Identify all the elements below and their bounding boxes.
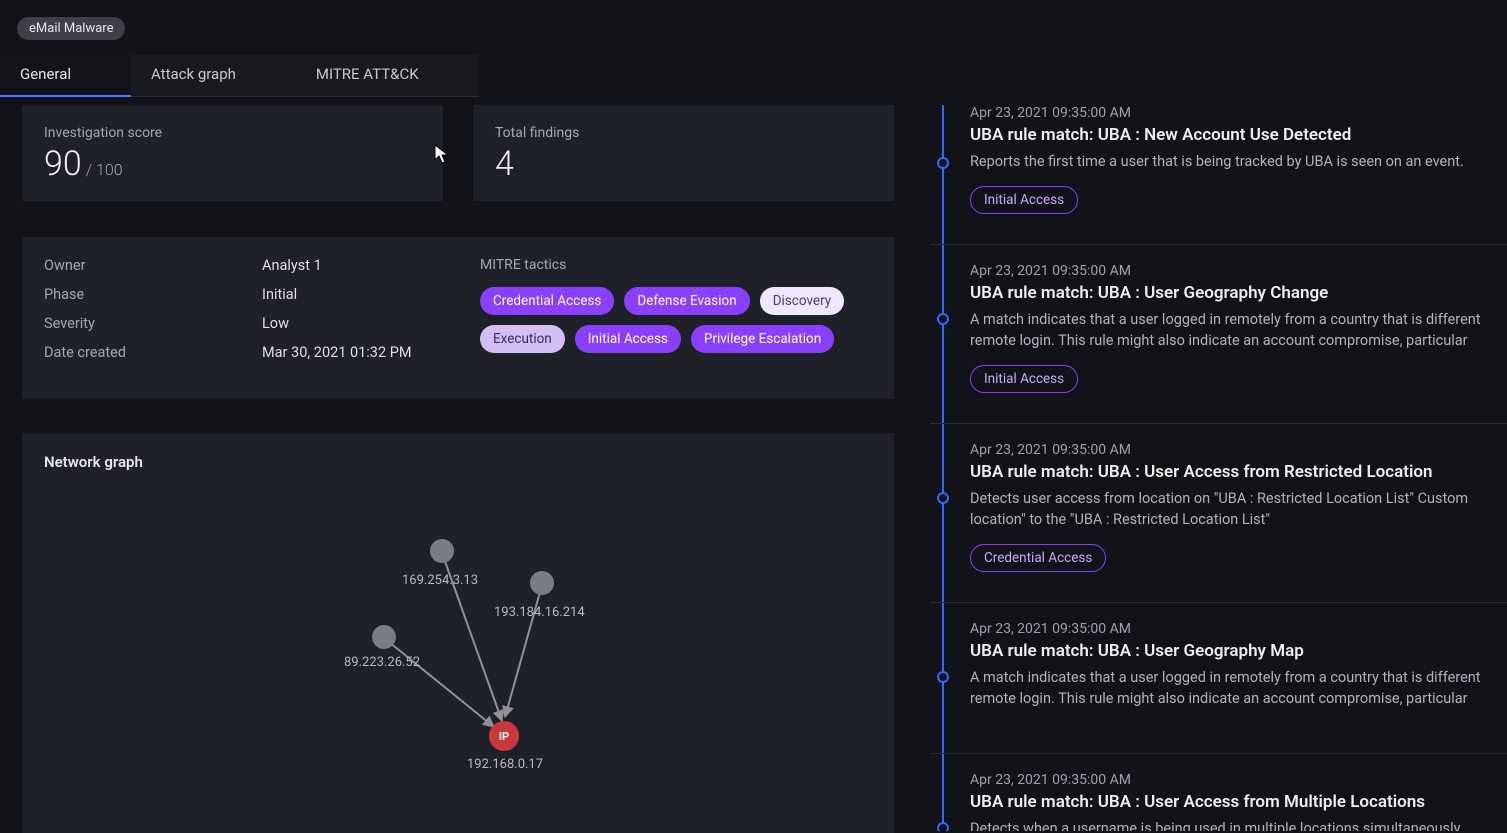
network-graph-title: Network graph [44,453,872,471]
timeline-timestamp: Apr 23, 2021 09:35:00 AM [970,621,1503,637]
timeline-item[interactable]: Apr 23, 2021 09:35:00 AM UBA rule match:… [930,602,1507,753]
timeline-dot-icon [937,492,949,504]
timeline-dot-icon [937,313,949,325]
timeline-description: Detects user access from location on "UB… [970,488,1503,530]
case-tag[interactable]: eMail Malware [17,17,125,40]
investigation-score-card: Investigation score 90/ 100 [22,105,443,201]
graph-node-target[interactable]: IP [489,721,519,751]
timeline-description: Detects when a username is being used in… [970,818,1503,831]
timeline-dot-icon [937,671,949,683]
timeline-dot-icon [937,157,949,169]
timeline-dot-icon [937,822,949,831]
date-created-label: Date created [44,344,262,361]
timeline-tag[interactable]: Initial Access [970,365,1078,393]
tactic-initial-access[interactable]: Initial Access [575,325,681,353]
details-card: OwnerAnalyst 1 PhaseInitial SeverityLow … [22,237,894,399]
timeline-timestamp: Apr 23, 2021 09:35:00 AM [970,105,1503,121]
graph-node[interactable] [372,625,396,649]
timeline-item[interactable]: Apr 23, 2021 09:35:00 AM UBA rule match:… [930,105,1507,244]
graph-node-label: 89.223.26.52 [344,655,420,670]
graph-node-target-label: IP [499,730,509,743]
graph-node-label: 192.168.0.17 [467,757,543,772]
investigation-score-value: 90 [44,144,82,184]
graph-node[interactable] [530,571,554,595]
tactic-privilege-escalation[interactable]: Privilege Escalation [691,325,834,353]
graph-node-label: 193.184.16.214 [494,605,585,620]
timeline-title: UBA rule match: UBA : User Geography Map [970,641,1503,661]
timeline-description: A match indicates that a user logged in … [970,309,1503,351]
total-findings-label: Total findings [495,125,872,141]
mitre-tactics-label: MITRE tactics [480,257,872,273]
severity-label: Severity [44,315,262,332]
timeline-item[interactable]: Apr 23, 2021 09:35:00 AM UBA rule match:… [930,753,1507,831]
timeline-item[interactable]: Apr 23, 2021 09:35:00 AM UBA rule match:… [930,244,1507,423]
tabs: General Attack graph MITRE ATT&CK [0,55,1507,98]
tactic-discovery[interactable]: Discovery [760,287,844,315]
total-findings-value: 4 [495,147,872,181]
timeline-timestamp: Apr 23, 2021 09:35:00 AM [970,263,1503,279]
tactic-defense-evasion[interactable]: Defense Evasion [624,287,749,315]
timeline-item[interactable]: Apr 23, 2021 09:35:00 AM UBA rule match:… [930,423,1507,602]
tab-mitre-attck[interactable]: MITRE ATT&CK [296,55,479,97]
tactic-execution[interactable]: Execution [480,325,565,353]
timeline-tag[interactable]: Credential Access [970,544,1106,572]
tab-general[interactable]: General [0,55,131,97]
investigation-score-denom: / 100 [86,160,123,179]
tactic-credential-access[interactable]: Credential Access [480,287,614,315]
date-created-value: Mar 30, 2021 01:32 PM [262,344,412,361]
timeline-title: UBA rule match: UBA : User Access from R… [970,462,1503,482]
timeline-timestamp: Apr 23, 2021 09:35:00 AM [970,442,1503,458]
total-findings-card: Total findings 4 [473,105,894,201]
timeline-title: UBA rule match: UBA : User Access from M… [970,792,1503,812]
graph-node[interactable] [430,539,454,563]
phase-value: Initial [262,286,297,303]
network-graph-card: Network graph 169.254.3.13 193.184.16.21… [22,433,894,833]
timeline-description: A match indicates that a user logged in … [970,667,1503,709]
tab-attack-graph[interactable]: Attack graph [131,55,296,97]
investigation-score-label: Investigation score [44,125,421,141]
timeline-description: Reports the first time a user that is be… [970,151,1503,172]
owner-label: Owner [44,257,262,274]
timeline-timestamp: Apr 23, 2021 09:35:00 AM [970,772,1503,788]
timeline-tag[interactable]: Initial Access [970,186,1078,214]
timeline-title: UBA rule match: UBA : User Geography Cha… [970,283,1503,303]
phase-label: Phase [44,286,262,303]
owner-value: Analyst 1 [262,257,322,274]
timeline-title: UBA rule match: UBA : New Account Use De… [970,125,1503,145]
graph-node-label: 169.254.3.13 [402,573,478,588]
severity-value: Low [262,315,289,332]
timeline: Apr 23, 2021 09:35:00 AM UBA rule match:… [930,105,1507,831]
